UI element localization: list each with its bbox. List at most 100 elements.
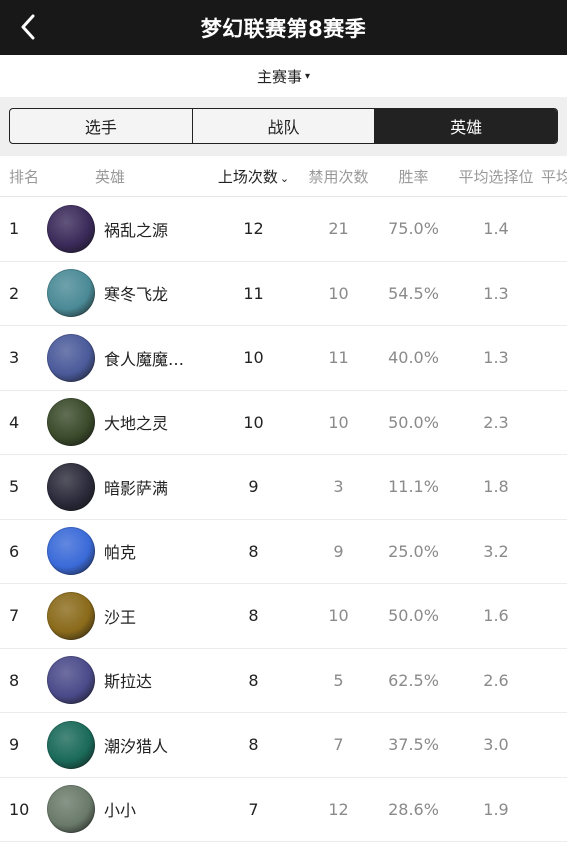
row-rank: 8	[0, 671, 47, 690]
hero-cell: 大地之灵	[47, 398, 206, 446]
column-header-winrate[interactable]: 胜率	[376, 166, 451, 187]
hero-table-body: 1祸乱之源122175.0%1.42寒冬飞龙111054.5%1.33食人魔魔……	[0, 197, 567, 842]
row-banned: 10	[301, 284, 376, 303]
row-rank: 5	[0, 477, 47, 496]
row-winrate: 28.6%	[376, 800, 451, 819]
column-header-rank: 排名	[0, 166, 47, 187]
row-rank: 1	[0, 219, 47, 238]
row-avg-pick: 2.3	[451, 413, 541, 432]
column-header-banned[interactable]: 禁用次数	[301, 166, 376, 187]
table-row[interactable]: 8斯拉达8562.5%2.6	[0, 649, 567, 714]
table-row[interactable]: 1祸乱之源122175.0%1.4	[0, 197, 567, 262]
row-banned: 11	[301, 348, 376, 367]
hero-avatar	[47, 592, 95, 640]
table-row[interactable]: 3 食人魔魔… 101140.0%1.3	[0, 326, 567, 391]
hero-cell: 暗影萨满	[47, 463, 206, 511]
table-row[interactable]: 6 帕克 8925.0%3.2	[0, 520, 567, 585]
row-played: 7	[206, 800, 301, 819]
row-banned: 12	[301, 800, 376, 819]
hero-avatar	[47, 656, 95, 704]
row-banned: 7	[301, 735, 376, 754]
row-winrate: 25.0%	[376, 542, 451, 561]
hero-cell: 食人魔魔…	[47, 334, 206, 382]
table-row[interactable]: 7 沙王 81050.0%1.6	[0, 584, 567, 649]
row-banned: 10	[301, 606, 376, 625]
column-header-hero: 英雄	[47, 166, 206, 187]
table-row[interactable]: 10 小小 71228.6%1.9	[0, 778, 567, 842]
table-header: 排名 英雄 上场次数⌄ 禁用次数 胜率 平均选择位 平均	[0, 156, 567, 197]
hero-name: 大地之灵	[104, 410, 168, 434]
hero-avatar	[47, 721, 95, 769]
chevron-left-icon[interactable]	[14, 13, 42, 41]
row-rank: 9	[0, 735, 47, 754]
row-winrate: 54.5%	[376, 284, 451, 303]
row-played: 9	[206, 477, 301, 496]
row-avg-pick: 3.2	[451, 542, 541, 561]
table-row[interactable]: 2 寒冬飞龙 111054.5%1.3	[0, 262, 567, 327]
hero-name: 食人魔魔…	[104, 346, 184, 370]
event-filter-label: 主赛事	[257, 66, 302, 87]
row-rank: 10	[0, 800, 47, 819]
hero-avatar	[47, 785, 95, 833]
row-winrate: 50.0%	[376, 606, 451, 625]
row-avg-pick: 1.3	[451, 348, 541, 367]
app-header: 梦幻联赛第8赛季	[0, 0, 567, 55]
row-banned: 10	[301, 413, 376, 432]
hero-cell: 帕克	[47, 527, 206, 575]
hero-cell: 小小	[47, 785, 206, 833]
segment-control: 选手 战队 英雄	[9, 108, 558, 144]
hero-name: 暗影萨满	[104, 475, 168, 499]
hero-name: 沙王	[104, 604, 136, 628]
hero-avatar	[47, 269, 95, 317]
hero-cell: 潮汐猎人	[47, 721, 206, 769]
hero-name: 帕克	[104, 539, 136, 563]
row-played: 8	[206, 542, 301, 561]
row-rank: 3	[0, 348, 47, 367]
tab-teams[interactable]: 战队	[192, 109, 375, 143]
row-played: 12	[206, 219, 301, 238]
hero-name: 小小	[104, 797, 136, 821]
row-winrate: 50.0%	[376, 413, 451, 432]
hero-avatar	[47, 527, 95, 575]
row-banned: 3	[301, 477, 376, 496]
hero-cell: 祸乱之源	[47, 205, 206, 253]
row-rank: 4	[0, 413, 47, 432]
row-avg-pick: 3.0	[451, 735, 541, 754]
row-avg-pick: 1.4	[451, 219, 541, 238]
hero-cell: 沙王	[47, 592, 206, 640]
row-banned: 5	[301, 671, 376, 690]
sort-caret-icon: ⌄	[280, 172, 289, 185]
table-row[interactable]: 4大地之灵101050.0%2.3	[0, 391, 567, 456]
hero-name: 祸乱之源	[104, 217, 168, 241]
hero-avatar	[47, 334, 95, 382]
row-played: 8	[206, 606, 301, 625]
row-avg-pick: 2.6	[451, 671, 541, 690]
row-played: 8	[206, 735, 301, 754]
row-rank: 7	[0, 606, 47, 625]
row-avg-pick: 1.6	[451, 606, 541, 625]
column-header-extra[interactable]: 平均	[541, 166, 567, 187]
hero-avatar	[47, 398, 95, 446]
event-filter-dropdown[interactable]: 主赛事 ▾	[0, 55, 567, 97]
row-rank: 2	[0, 284, 47, 303]
row-avg-pick: 1.9	[451, 800, 541, 819]
row-played: 11	[206, 284, 301, 303]
row-rank: 6	[0, 542, 47, 561]
row-avg-pick: 1.8	[451, 477, 541, 496]
row-avg-pick: 1.3	[451, 284, 541, 303]
hero-name: 潮汐猎人	[104, 733, 168, 757]
table-row[interactable]: 9潮汐猎人8737.5%3.0	[0, 713, 567, 778]
hero-name: 寒冬飞龙	[104, 281, 168, 305]
row-winrate: 75.0%	[376, 219, 451, 238]
hero-avatar	[47, 463, 95, 511]
row-banned: 9	[301, 542, 376, 561]
hero-cell: 斯拉达	[47, 656, 206, 704]
column-header-avg-pick[interactable]: 平均选择位	[451, 166, 541, 187]
table-row[interactable]: 5暗影萨满9311.1%1.8	[0, 455, 567, 520]
row-winrate: 40.0%	[376, 348, 451, 367]
hero-avatar	[47, 205, 95, 253]
tab-heroes[interactable]: 英雄	[374, 109, 557, 143]
column-header-played[interactable]: 上场次数⌄	[206, 166, 301, 187]
row-played: 10	[206, 348, 301, 367]
tab-players[interactable]: 选手	[10, 109, 192, 143]
